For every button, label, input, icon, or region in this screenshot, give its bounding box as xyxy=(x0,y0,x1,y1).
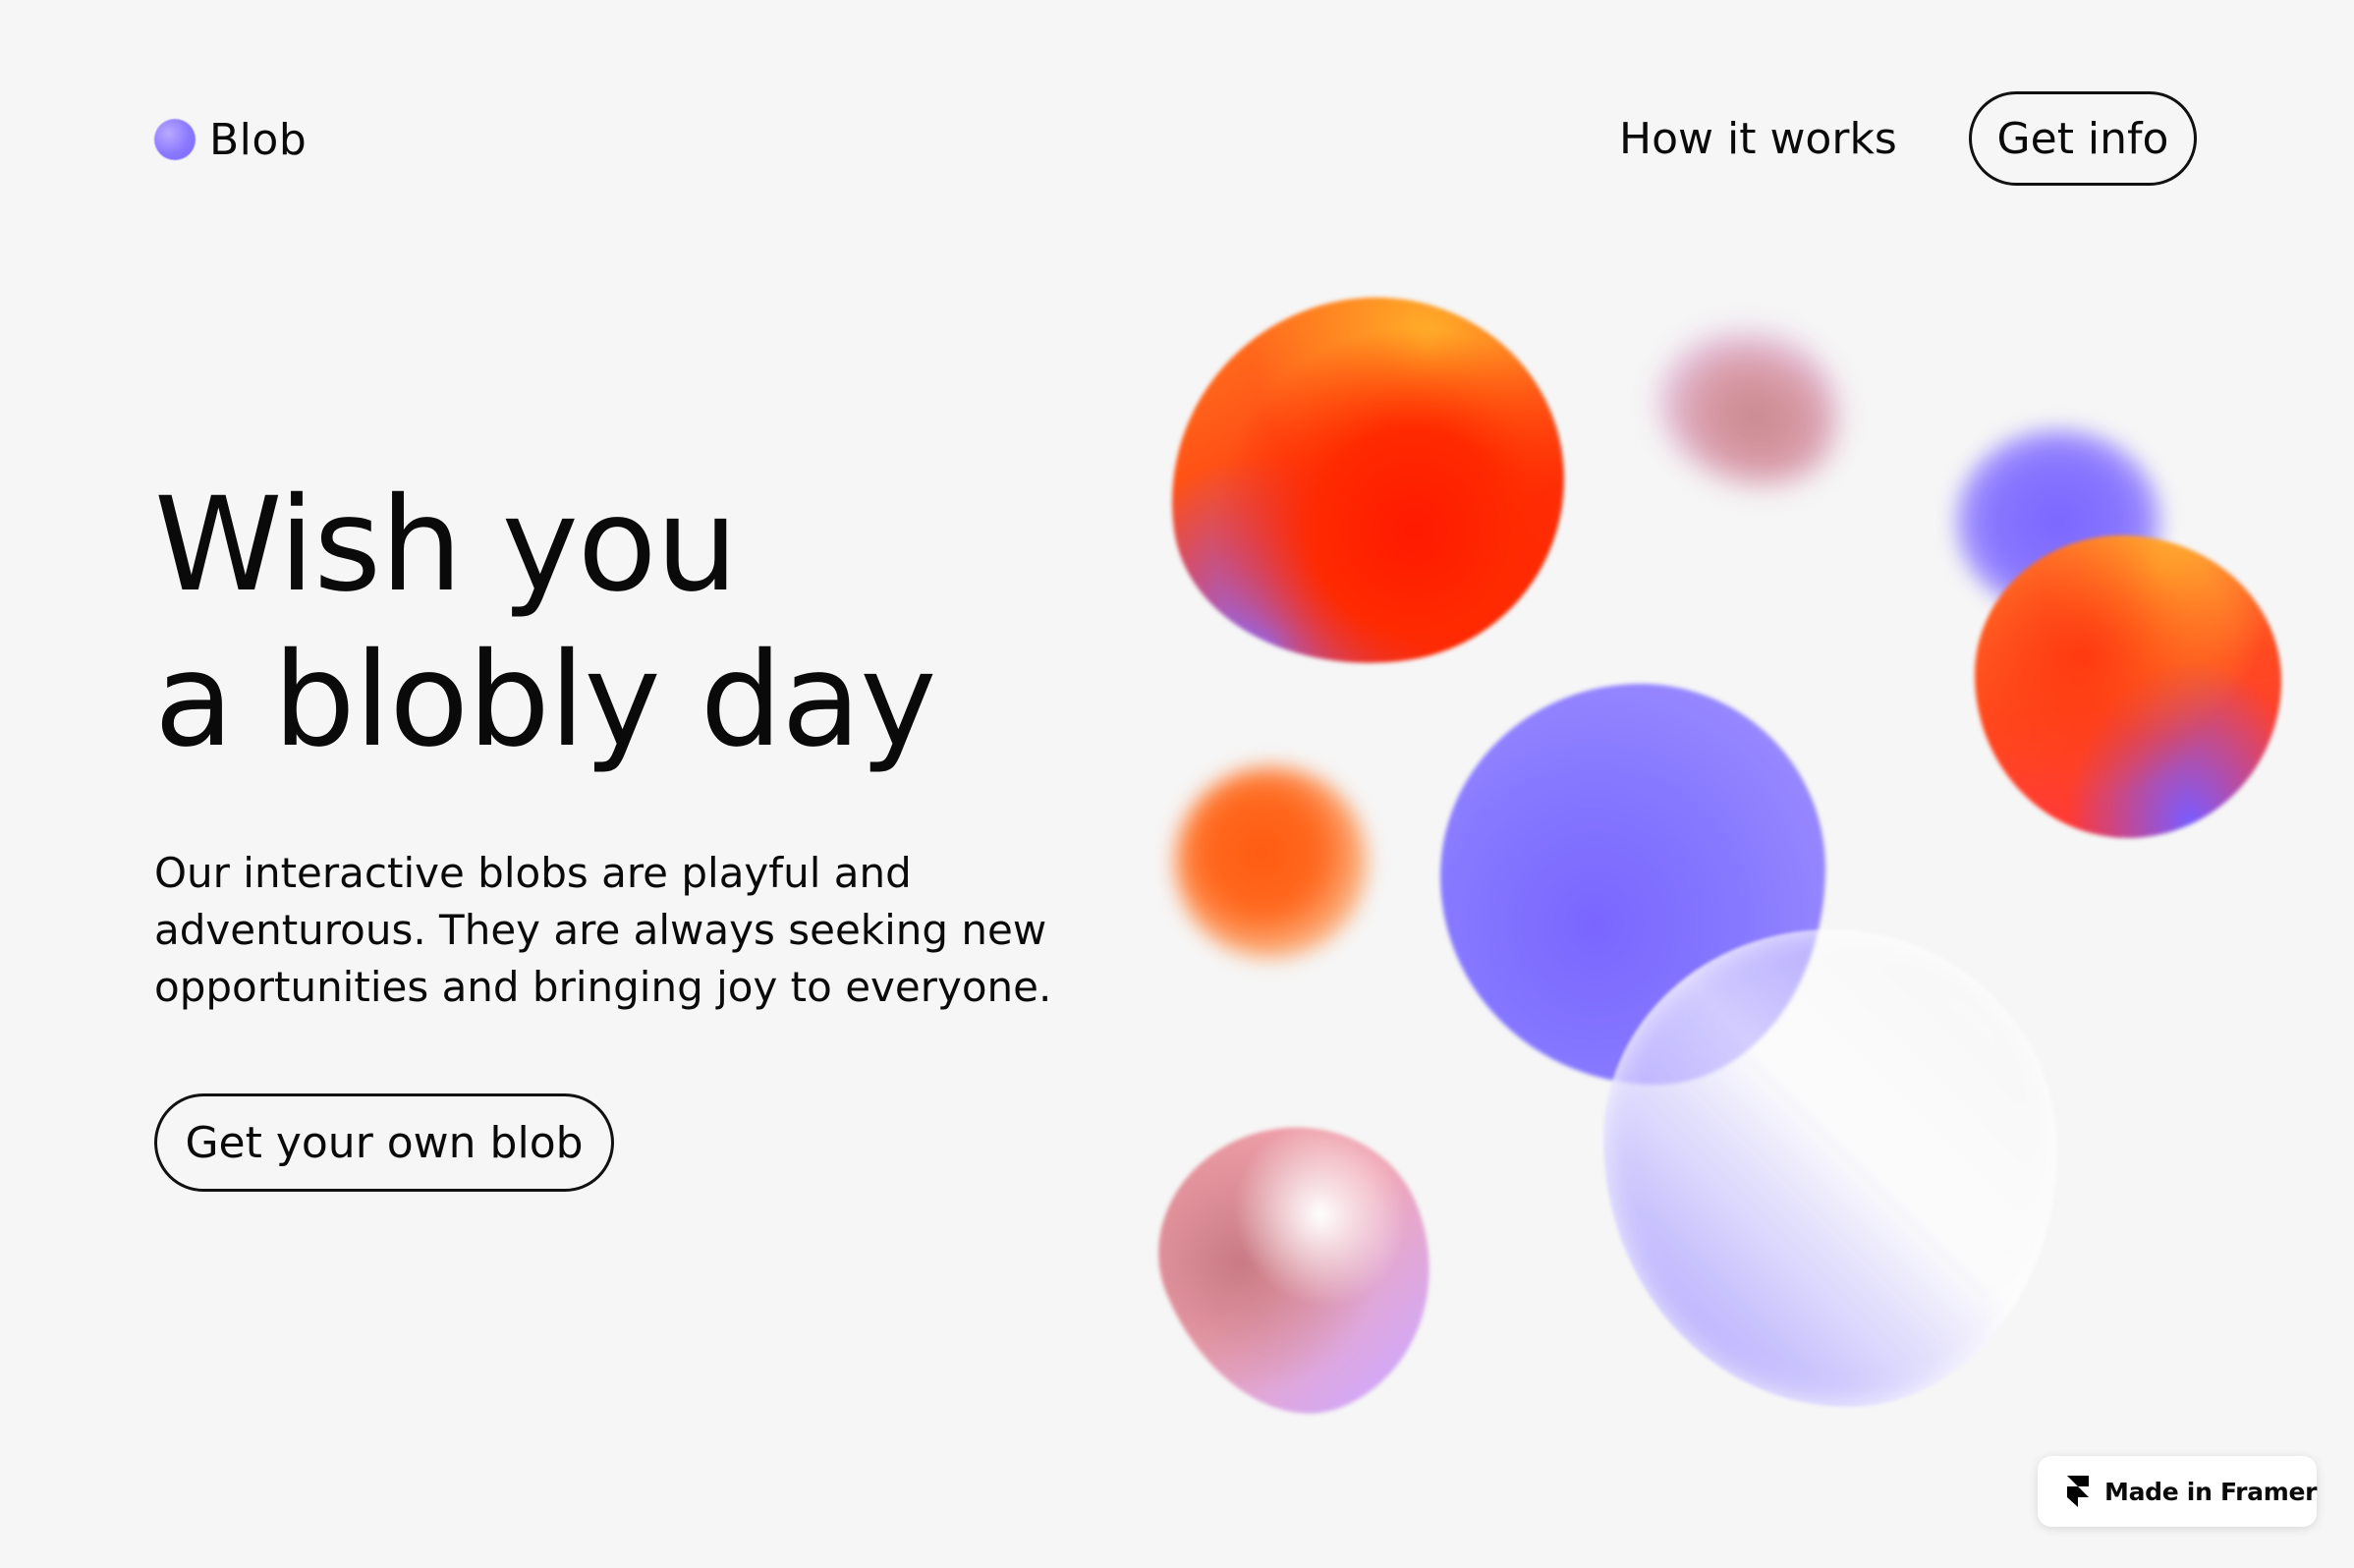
badge-label: Made in Framer xyxy=(2104,1477,2318,1506)
logo-blob-icon xyxy=(154,119,196,160)
blob-pink-blurred xyxy=(1637,303,1863,511)
hero-description-line-3: opportunities and bringing joy to everyo… xyxy=(154,963,1052,1011)
framer-icon xyxy=(2067,1476,2089,1507)
brand-logo[interactable]: Blob xyxy=(154,110,307,169)
blob-glass xyxy=(1603,929,2057,1407)
blob-red-large xyxy=(1146,272,1588,691)
hero-title-line-1: Wish you xyxy=(154,470,738,621)
blob-pink-bottom xyxy=(1123,1087,1477,1452)
hero-description-line-1: Our interactive blobs are playful and xyxy=(154,849,912,897)
hero-title: Wish you a blobly day xyxy=(154,468,936,778)
get-info-button[interactable]: Get info xyxy=(1969,91,2197,186)
blob-red-right xyxy=(1975,535,2281,838)
brand-name: Blob xyxy=(209,114,308,165)
nav-how-it-works-link[interactable]: How it works xyxy=(1619,110,1897,169)
get-your-own-blob-button[interactable]: Get your own blob xyxy=(154,1093,614,1192)
made-in-framer-badge[interactable]: Made in Framer xyxy=(2038,1456,2317,1527)
blob-orange-blurred xyxy=(1175,766,1368,959)
hero-title-line-2: a blobly day xyxy=(154,625,936,776)
hero-description-line-2: adventurous. They are always seeking new xyxy=(154,906,1047,954)
hero-description: Our interactive blobs are playful and ad… xyxy=(154,845,1137,1016)
page: Blob How it works Get info Wish you a bl… xyxy=(0,0,2354,1568)
